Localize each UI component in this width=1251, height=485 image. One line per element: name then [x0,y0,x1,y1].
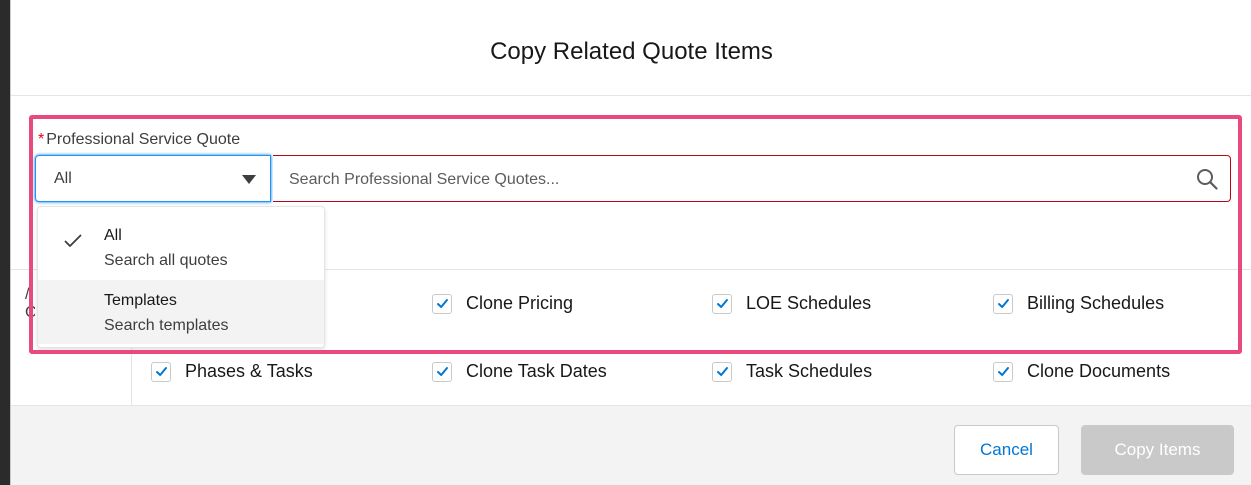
clone-task-dates-label: Clone Task Dates [466,361,607,381]
checkmark-icon [436,367,448,376]
dropdown-option-all-title: All [104,227,122,244]
checkmark-icon [155,367,167,376]
dropdown-option-all[interactable]: All Search all quotes [38,213,324,277]
checkmark-icon [997,299,1009,308]
modal-footer: Cancel Copy Items [11,405,1251,485]
clone-pricing-checkbox[interactable] [432,293,452,314]
clone-pricing-label: Clone Pricing [466,293,574,313]
check-icon [64,234,82,247]
billing-schedules-option[interactable]: Billing Schedules [993,293,1164,314]
phases-tasks-label: Phases & Tasks [185,361,313,381]
dropdown-option-all-subtitle: Search all quotes [104,252,228,269]
clone-task-dates-option[interactable]: Clone Task Dates [432,361,607,382]
quote-search-input[interactable] [287,156,1171,203]
quote-search-box [273,155,1231,203]
dropdown-option-templates[interactable]: Templates Search templates [38,280,324,344]
search-scope-value: All [54,169,72,187]
task-schedules-option[interactable]: Task Schedules [712,361,872,382]
loe-schedules-checkbox[interactable] [712,293,732,314]
dropdown-option-templates-subtitle: Search templates [104,317,229,334]
phases-tasks-option[interactable]: Phases & Tasks [151,361,313,382]
professional-service-quote-label: * Professional Service Quote [38,131,240,149]
required-marker: * [38,131,45,148]
clone-task-dates-checkbox[interactable] [432,361,452,382]
clipped-section-label: /C [25,286,35,321]
clone-pricing-option[interactable]: Clone Pricing [432,293,573,314]
loe-schedules-option[interactable]: LOE Schedules [712,293,871,314]
field-label-text: Professional Service Quote [46,131,241,148]
caret-down-icon [242,175,256,184]
search-scope-select[interactable]: All [35,155,271,202]
checkmark-icon [716,299,728,308]
modal-title: Copy Related Quote Items [490,37,773,65]
clone-documents-label: Clone Documents [1027,361,1171,381]
search-scope-dropdown: All Search all quotes Templates Search t… [37,206,325,348]
checkmark-icon [436,299,448,308]
dropdown-option-templates-title: Templates [104,292,177,309]
task-schedules-label: Task Schedules [746,361,873,381]
copy-quote-items-modal: Copy Related Quote Items * Professional S… [10,0,1251,485]
phases-tasks-checkbox[interactable] [151,361,171,382]
clone-documents-checkbox[interactable] [993,361,1013,382]
billing-schedules-label: Billing Schedules [1027,293,1165,313]
cancel-button[interactable]: Cancel [954,425,1059,475]
checkmark-icon [716,367,728,376]
copy-items-button[interactable]: Copy Items [1081,425,1234,475]
modal-header: Copy Related Quote Items [11,0,1251,96]
clone-documents-option[interactable]: Clone Documents [993,361,1170,382]
loe-schedules-label: LOE Schedules [746,293,872,313]
search-icon[interactable] [1196,168,1218,190]
checkmark-icon [997,367,1009,376]
task-schedules-checkbox[interactable] [712,361,732,382]
billing-schedules-checkbox[interactable] [993,293,1013,314]
